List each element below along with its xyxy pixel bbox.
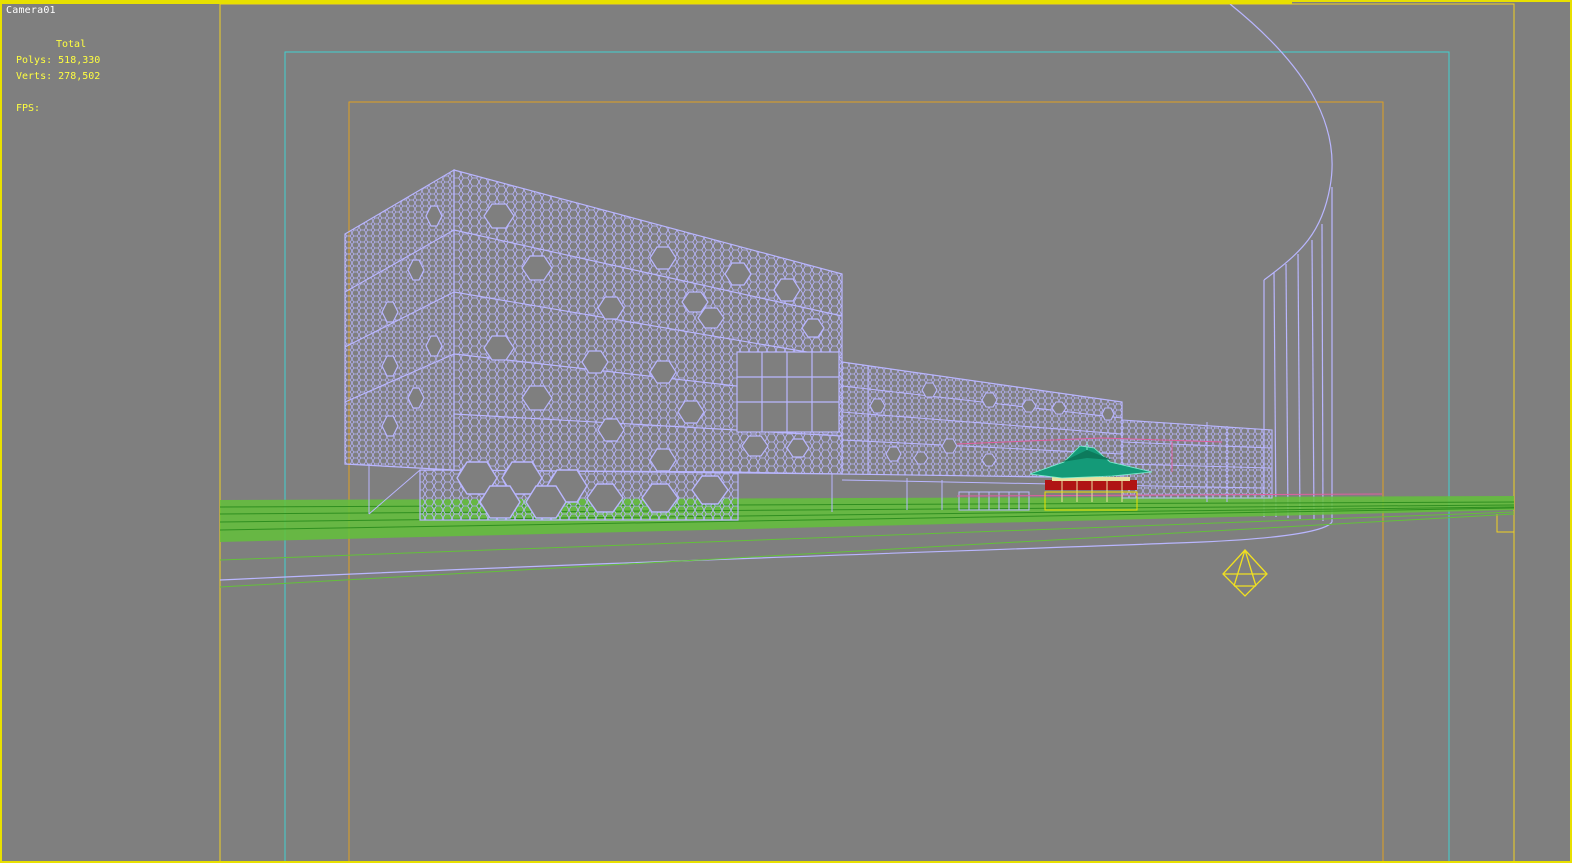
scene-wireframe[interactable] bbox=[2, 2, 1570, 861]
diamond-icon[interactable] bbox=[1222, 549, 1268, 597]
pavilion-base bbox=[1045, 480, 1137, 490]
stats-verts-row: Verts: 278,502 bbox=[16, 69, 100, 85]
stats-total-label: Total bbox=[56, 39, 87, 50]
main-building[interactable] bbox=[344, 168, 843, 521]
stats-polys-value: 518,330 bbox=[58, 55, 101, 66]
curtain-wall bbox=[736, 351, 840, 433]
stats-verts-value: 278,502 bbox=[58, 71, 101, 82]
stats-polys-row: Polys: 518,330 bbox=[16, 53, 100, 69]
camera-viewport[interactable]: Camera01 Total Polys: 518,330 Verts: 278… bbox=[0, 0, 1572, 863]
frame-corner-marker bbox=[1496, 514, 1514, 533]
viewport-label[interactable]: Camera01 bbox=[6, 5, 56, 16]
stats-verts-label: Verts: bbox=[16, 71, 53, 82]
stats-polys-label: Polys: bbox=[16, 55, 53, 66]
stats-fps-label: FPS: bbox=[16, 103, 41, 114]
ground-plane bbox=[219, 496, 1515, 588]
statistics-overlay: Total Polys: 518,330 Verts: 278,502 FPS: bbox=[16, 37, 100, 117]
